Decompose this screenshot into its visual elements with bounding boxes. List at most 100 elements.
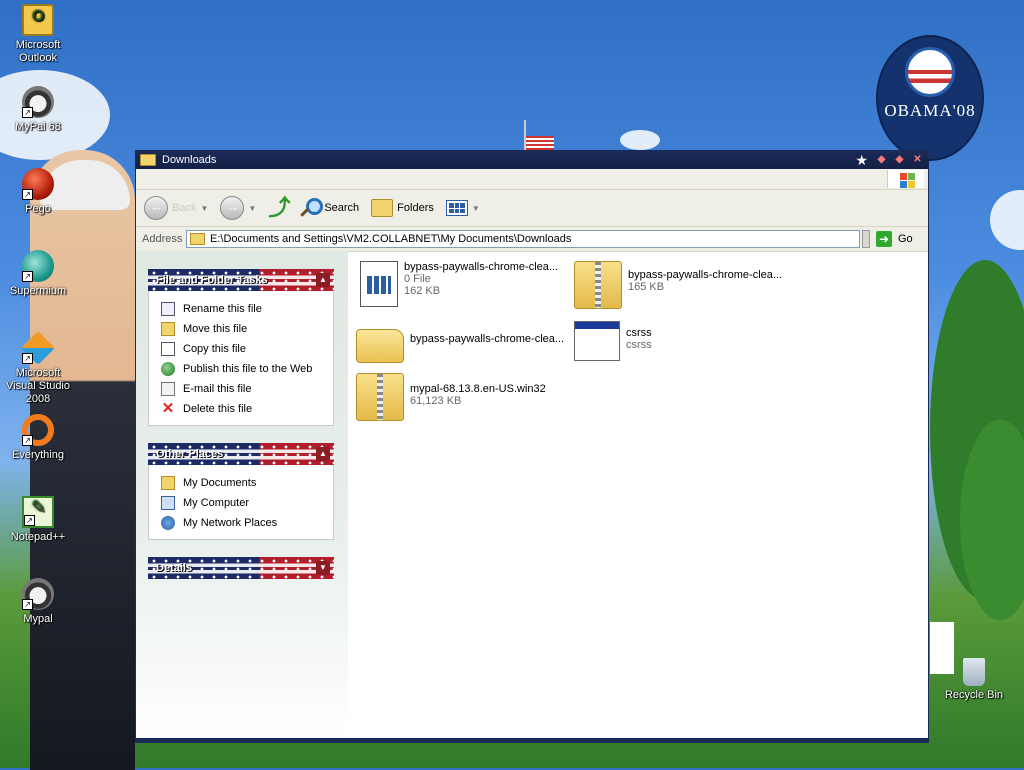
forward-button[interactable]: ▼ — [220, 193, 256, 223]
desktop-icon-label: Supermium — [9, 285, 67, 297]
desktop-icon-visual-studio[interactable]: ↗ Microsoft Visual Studio 2008 — [0, 331, 76, 406]
html-file-icon — [360, 261, 398, 307]
outlook-icon — [22, 4, 54, 36]
email-icon — [161, 382, 175, 396]
rename-icon — [161, 302, 175, 316]
desktop-icon-recycle-bin[interactable]: Recycle Bin — [936, 658, 1012, 702]
folder-icon — [190, 233, 205, 245]
desktop-icon-label: Recycle Bin — [944, 689, 1004, 701]
network-icon — [161, 516, 175, 530]
title-bar[interactable]: Downloads ★ ◆ ◆ ✕ — [136, 151, 928, 169]
search-button[interactable]: Search — [300, 193, 359, 223]
task-label: My Documents — [183, 477, 257, 489]
my-network-places-link[interactable]: My Network Places — [161, 513, 333, 533]
file-name: csrss — [626, 327, 652, 339]
folder-icon — [140, 154, 156, 166]
go-label: Go — [898, 233, 913, 245]
desktop-icon-label: Pego — [25, 203, 51, 215]
application-icon — [574, 321, 620, 361]
raccoon-icon: ↗ — [22, 86, 54, 118]
folder-icon — [356, 329, 404, 363]
desktop-icon-label: Microsoft Visual Studio 2008 — [5, 367, 70, 405]
folders-label: Folders — [397, 202, 434, 214]
expand-icon[interactable]: ▼ — [316, 561, 330, 575]
standard-toolbar: Back ▼ ▼ ⤴ Search Folders ▼ — [136, 190, 928, 227]
desktop-icon-mypal68[interactable]: ↗ MyPal 68 — [0, 86, 76, 134]
search-label: Search — [324, 202, 360, 214]
copy-file-link[interactable]: Copy this file — [161, 339, 333, 359]
file-item[interactable]: bypass-paywalls-chrome-clea... 0 File 16… — [356, 261, 576, 307]
desktop-icon-supermium[interactable]: ↗ Supermium — [0, 250, 76, 298]
copy-icon — [161, 342, 175, 356]
menu-bar[interactable] — [136, 169, 928, 190]
panel-body: My Documents My Computer My Network Plac… — [148, 465, 334, 540]
my-documents-link[interactable]: My Documents — [161, 473, 333, 493]
address-label: Address — [142, 233, 183, 245]
task-label: Rename this file — [183, 303, 262, 315]
desktop-icon-label: Notepad++ — [10, 531, 66, 543]
details-header[interactable]: Details ▼ — [148, 557, 334, 579]
desktop-icon-notepadpp[interactable]: ↗ Notepad++ — [0, 496, 76, 544]
back-button[interactable]: Back ▼ — [144, 193, 208, 223]
collapse-icon[interactable]: ▲ — [316, 273, 330, 287]
computer-icon — [161, 496, 175, 510]
my-computer-link[interactable]: My Computer — [161, 493, 333, 513]
campaign-logo-emblem — [905, 47, 955, 97]
file-name: mypal-68.13.8.en-US.win32 — [410, 383, 546, 395]
folder-icon — [161, 476, 175, 490]
address-dropdown-button[interactable] — [862, 230, 870, 248]
address-input[interactable]: E:\Documents and Settings\VM2.COLLABNET\… — [186, 230, 860, 248]
go-button[interactable]: ➜ Go — [876, 231, 928, 247]
globe-icon — [161, 362, 175, 376]
raccoon-icon: ↗ — [22, 578, 54, 610]
window-title: Downloads — [162, 154, 217, 166]
email-file-link[interactable]: E-mail this file — [161, 379, 333, 399]
explorer-window: Downloads ★ ◆ ◆ ✕ Back ▼ ▼ ⤴ Search — [135, 150, 929, 743]
desktop-icon-mypal[interactable]: ↗ Mypal — [0, 578, 76, 626]
move-file-link[interactable]: Move this file — [161, 319, 333, 339]
close-button[interactable]: ✕ — [911, 154, 924, 166]
desktop-icon-outlook[interactable]: Microsoft Outlook — [0, 4, 76, 65]
zip-folder-icon — [356, 373, 404, 421]
pego-icon: ↗ — [22, 168, 54, 200]
cloud — [620, 130, 660, 150]
views-icon — [445, 200, 468, 216]
back-label: Back — [172, 202, 197, 214]
desktop-icon-everything[interactable]: ↗ Everything — [0, 414, 76, 462]
up-arrow-icon: ⤴ — [268, 195, 291, 220]
search-icon — [300, 198, 324, 218]
delete-icon: ✕ — [161, 400, 175, 417]
supermium-icon: ↗ — [22, 250, 54, 282]
recycle-bin-icon — [963, 658, 985, 686]
everything-icon: ↗ — [22, 414, 54, 446]
minimize-button[interactable]: ◆ — [875, 154, 888, 166]
views-button[interactable]: ▼ — [445, 193, 480, 223]
chevron-down-icon: ▼ — [200, 203, 209, 213]
file-item[interactable]: bypass-paywalls-chrome-clea... — [356, 321, 576, 363]
up-folder-button[interactable]: ⤴ — [268, 193, 291, 223]
windows-logo-icon — [887, 170, 924, 188]
file-folder-tasks-panel: File and Folder Tasks ▲ Rename this file… — [148, 269, 334, 426]
folders-button[interactable]: Folders — [371, 193, 434, 223]
details-panel: Details ▼ — [148, 557, 334, 579]
file-folder-tasks-header[interactable]: File and Folder Tasks ▲ — [148, 269, 334, 291]
file-item[interactable]: csrss csrss — [574, 317, 794, 361]
desktop-icon-label: MyPal 68 — [15, 121, 61, 133]
other-places-panel: Other Places ▲ My Documents My Computer … — [148, 443, 334, 540]
publish-file-link[interactable]: Publish this file to the Web — [161, 359, 333, 379]
other-places-header[interactable]: Other Places ▲ — [148, 443, 334, 465]
desktop-icon-pego[interactable]: ↗ Pego — [0, 168, 76, 216]
file-item[interactable]: bypass-paywalls-chrome-clea... 165 KB — [574, 261, 794, 309]
delete-file-link[interactable]: ✕ Delete this file — [161, 399, 333, 419]
file-name: bypass-paywalls-chrome-clea... — [404, 261, 559, 273]
panel-title: Details — [156, 562, 193, 574]
file-size: 165 KB — [628, 281, 665, 293]
task-label: Publish this file to the Web — [183, 363, 313, 375]
collapse-icon[interactable]: ▲ — [316, 447, 330, 461]
rename-file-link[interactable]: Rename this file — [161, 299, 333, 319]
maximize-button[interactable]: ◆ — [893, 154, 906, 166]
file-item[interactable]: mypal-68.13.8.en-US.win32 61,123 KB — [356, 373, 576, 421]
file-description: csrss — [626, 339, 652, 351]
zip-folder-icon — [574, 261, 622, 309]
task-label: My Network Places — [183, 517, 278, 529]
